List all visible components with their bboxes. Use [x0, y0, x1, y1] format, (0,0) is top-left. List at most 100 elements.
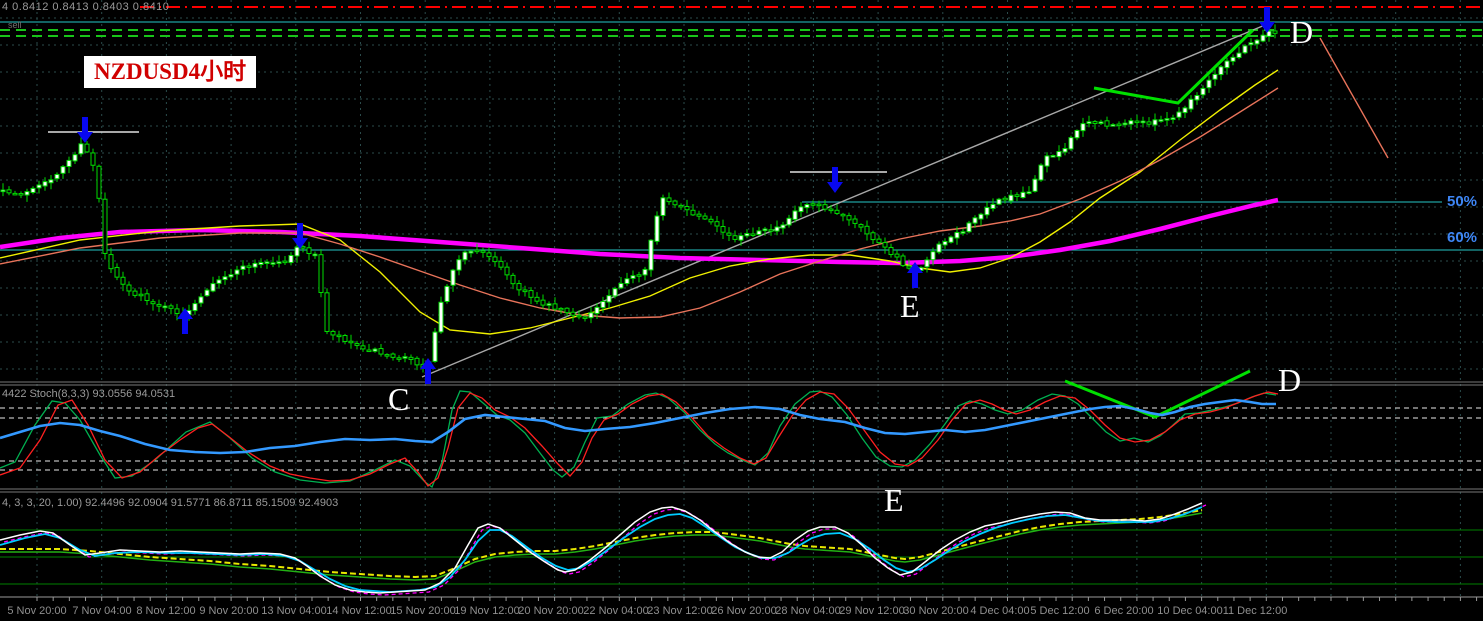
x-axis-label: 7 Nov 04:00: [72, 605, 132, 617]
candle-body: [468, 250, 474, 254]
trading-chart-window[interactable]: 4 0.8412 0.8413 0.8403 0.8410 sell NZDUS…: [0, 0, 1483, 621]
symbol-timeframe-label: NZDUSD4小时: [84, 56, 257, 88]
candle-body: [408, 356, 414, 360]
candle-body: [1128, 120, 1134, 125]
candle-body: [648, 239, 654, 271]
candle-body: [762, 228, 768, 232]
candle-body: [612, 288, 618, 297]
candle-body: [378, 348, 384, 355]
candle-body: [30, 187, 36, 193]
candle-body: [906, 265, 912, 269]
sixty-percent-label: 60%: [1447, 229, 1478, 246]
candle-body: [480, 250, 486, 253]
candle-body: [576, 314, 582, 318]
candle-body: [222, 276, 228, 281]
x-axis-label: 6 Dec 20:00: [1094, 605, 1154, 617]
candle-body: [1152, 119, 1158, 126]
candle-body: [132, 290, 138, 296]
candle-body: [1074, 129, 1080, 139]
candle-body: [54, 173, 60, 180]
candle-body: [564, 307, 570, 314]
candle-body: [1002, 197, 1008, 201]
candle-body: [138, 293, 144, 297]
candle-body: [552, 303, 558, 310]
candle-body: [828, 208, 834, 212]
candle-body: [1230, 56, 1236, 62]
candle-body: [372, 348, 378, 352]
candle-body: [402, 356, 408, 359]
candle-body: [720, 226, 726, 233]
candle-body: [780, 224, 786, 229]
x-axis-label: 30 Nov 20:00: [903, 605, 969, 617]
candle-body: [486, 252, 492, 258]
x-axis-label: 8 Nov 12:00: [136, 605, 196, 617]
candle-body: [450, 269, 456, 286]
candle-body: [276, 261, 282, 264]
candle-body: [642, 268, 648, 276]
candle-body: [696, 213, 702, 217]
candle-body: [396, 357, 402, 360]
candle-body: [342, 335, 348, 342]
candle-body: [462, 251, 468, 261]
x-axis-label: 28 Nov 04:00: [775, 605, 841, 617]
candle-body: [750, 233, 756, 236]
candle-body: [288, 254, 294, 264]
candle-body: [840, 213, 846, 217]
candle-body: [312, 253, 318, 257]
candle-body: [600, 301, 606, 309]
candle-body: [42, 181, 48, 187]
candle-body: [846, 215, 852, 221]
candle-body: [882, 242, 888, 248]
candle-body: [570, 311, 576, 316]
x-axis-label: 9 Nov 20:00: [199, 605, 259, 617]
candle-body: [996, 198, 1002, 205]
candle-body: [510, 274, 516, 285]
candle-body: [90, 152, 96, 166]
candle-body: [1044, 155, 1050, 167]
candle-body: [270, 262, 276, 265]
candle-body: [636, 274, 642, 277]
candle-body: [822, 204, 828, 210]
candle-body: [810, 203, 816, 206]
candle-body: [114, 266, 120, 278]
candle-body: [792, 210, 798, 220]
candle-body: [498, 260, 504, 268]
candle-body: [1182, 107, 1188, 114]
time-axis[interactable]: 5 Nov 20:00 7 Nov 04:00 8 Nov 12:00 9 Nov 2…: [0, 605, 1483, 621]
candle-body: [678, 204, 684, 208]
candle-body: [948, 236, 954, 243]
chart-canvas[interactable]: [0, 0, 1483, 621]
candle-body: [78, 143, 84, 155]
candle-body: [384, 354, 390, 357]
candle-body: [798, 206, 804, 213]
x-axis-label: 11 Dec 12:00: [1222, 605, 1288, 617]
x-axis-label: 20 Nov 20:00: [518, 605, 584, 617]
arrow-up-icon: [420, 358, 436, 384]
green-v-annotation: [1064, 369, 1251, 419]
candle-body: [528, 290, 534, 298]
candle-body: [1218, 66, 1224, 76]
ma-salmon-projection: [1319, 37, 1389, 159]
candle-body: [972, 217, 978, 224]
candle-body: [540, 299, 546, 306]
candle-body: [1116, 123, 1122, 127]
candle-body: [1062, 148, 1068, 153]
candle-body: [1092, 121, 1098, 124]
candle-body: [1038, 164, 1044, 181]
candle-body: [834, 209, 840, 214]
candle-body: [714, 221, 720, 227]
candle-body: [1122, 122, 1128, 126]
candle-body: [1200, 87, 1206, 96]
candle-body: [534, 296, 540, 302]
candle-body: [240, 265, 246, 270]
candle-body: [294, 246, 300, 257]
candle-body: [702, 215, 708, 220]
candle-body: [876, 238, 882, 244]
candle-body: [690, 209, 696, 216]
candle-body: [306, 247, 312, 255]
x-axis-label: 5 Nov 20:00: [7, 605, 67, 617]
candle-body: [162, 305, 168, 309]
candle-body: [1056, 151, 1062, 158]
candle-body: [960, 231, 966, 234]
candle-body: [120, 276, 126, 285]
